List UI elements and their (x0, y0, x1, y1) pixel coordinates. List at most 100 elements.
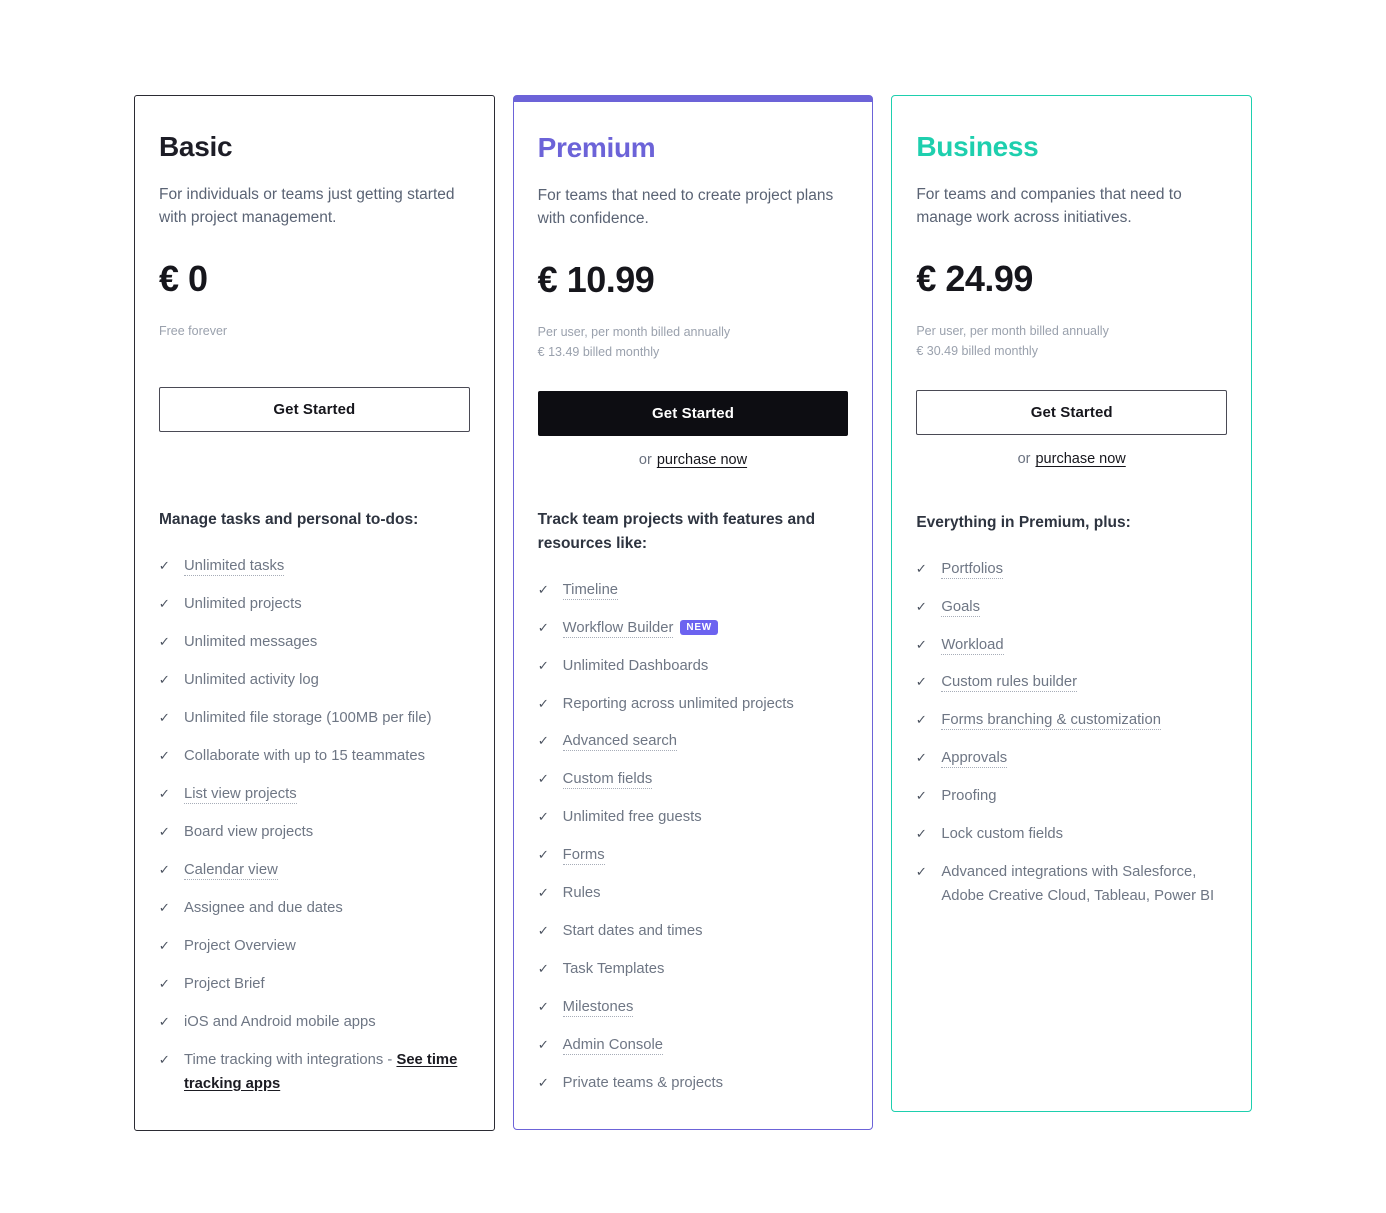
check-icon: ✓ (916, 598, 928, 614)
billing-info: Per user, per month billed annually € 30.… (916, 321, 1227, 362)
feature-item: ✓ Forms (537, 837, 849, 875)
feature-item: ✓ iOS and Android mobile apps (159, 1004, 470, 1042)
pricing-page: Basic For individuals or teams just getti… (0, 0, 1386, 1213)
feature-label[interactable]: Timeline (562, 581, 619, 600)
billing-line-primary: Free forever (159, 324, 228, 339)
get-started-button[interactable]: Get Started (159, 387, 470, 433)
feature-label[interactable]: List view projects (184, 785, 297, 804)
check-icon: ✓ (158, 861, 171, 877)
plan-card-basic: Basic For individuals or teams just getti… (134, 95, 495, 1131)
plan-title: Premium (537, 132, 656, 163)
check-icon: ✓ (537, 581, 549, 597)
billing-line-primary: Per user, per month billed annually (537, 325, 731, 340)
feature-label[interactable]: Calendar view (184, 861, 278, 880)
feature-text-wrap: Workload (941, 634, 1227, 658)
feature-item: ✓ Unlimited file storage (100MB per file) (159, 700, 470, 738)
feature-label: Assignee and due dates (184, 899, 343, 916)
check-icon: ✓ (158, 747, 171, 763)
check-icon: ✓ (916, 674, 928, 690)
feature-text-wrap: Project Overview (184, 935, 470, 959)
feature-item: ✓ Advanced integrations with Salesforce, … (916, 854, 1227, 916)
feature-item: ✓ Unlimited activity log (159, 662, 470, 700)
check-icon: ✓ (158, 899, 171, 915)
check-icon: ✓ (158, 785, 171, 801)
feature-text-wrap: Timeline (562, 579, 849, 603)
billing-line-secondary: € 30.49 billed monthly (916, 344, 1038, 359)
feature-text-wrap: Collaborate with up to 15 teammates (184, 745, 470, 769)
feature-item: ✓ Unlimited messages (159, 624, 470, 662)
feature-list: ✓ Timeline ✓ Workflow Builder NEW ✓ Unlimited … (537, 572, 849, 1104)
feature-item: ✓ Forms branching & customization (916, 702, 1227, 740)
feature-item: ✓ Collaborate with up to 15 teammates (159, 738, 470, 776)
feature-label[interactable]: Goals (941, 598, 980, 617)
feature-text-wrap: Project Brief (184, 973, 470, 997)
get-started-button[interactable]: Get Started (916, 389, 1228, 435)
feature-item: ✓ Reporting across unlimited projects (537, 686, 849, 724)
check-icon: ✓ (537, 619, 549, 635)
feature-label: Start dates and times (562, 923, 703, 940)
feature-item: ✓ Unlimited projects (159, 586, 470, 624)
feature-label[interactable]: Workflow Builder (562, 619, 674, 638)
feature-label[interactable]: Workload (941, 636, 1004, 655)
feature-label[interactable]: Custom rules builder (941, 674, 1078, 693)
check-icon: ✓ (916, 826, 928, 842)
feature-text-wrap: Portfolios (941, 558, 1227, 582)
feature-label[interactable]: Admin Console (562, 1037, 664, 1056)
get-started-button[interactable]: Get Started (537, 390, 849, 436)
feature-item: ✓ List view projects (159, 776, 470, 814)
check-icon: ✓ (537, 809, 549, 825)
feature-item: ✓ Project Brief (159, 966, 470, 1004)
feature-label[interactable]: Forms (562, 847, 605, 866)
billing-line-secondary: € 13.49 billed monthly (537, 345, 660, 360)
purchase-prefix: or (638, 451, 652, 468)
feature-text-wrap: Assignee and due dates (184, 897, 470, 921)
feature-label[interactable]: Portfolios (941, 560, 1004, 579)
check-icon: ✓ (158, 596, 171, 612)
check-icon: ✓ (916, 636, 928, 652)
feature-item: ✓ Advanced search (537, 723, 849, 761)
plan-title: Business (916, 131, 1039, 162)
plan-description: For teams that need to create project pl… (537, 186, 834, 227)
feature-label: Unlimited file storage (100MB per file) (184, 709, 432, 726)
feature-text-wrap: Unlimited activity log (184, 669, 470, 693)
feature-label[interactable]: Approvals (941, 750, 1008, 769)
purchase-prefix: or (1017, 450, 1031, 467)
check-icon: ✓ (158, 558, 171, 574)
feature-item: ✓ Custom rules builder (916, 664, 1227, 702)
feature-item: ✓ Milestones (537, 989, 849, 1027)
check-icon: ✓ (537, 657, 549, 673)
feature-label[interactable]: Forms branching & customization (941, 712, 1161, 731)
feature-label[interactable]: Unlimited tasks (184, 558, 285, 577)
feature-text-wrap: Unlimited file storage (100MB per file) (184, 707, 470, 731)
feature-item: ✓ Custom fields (537, 761, 849, 799)
feature-item: ✓ Task Templates (537, 951, 849, 989)
feature-label[interactable]: Milestones (562, 999, 634, 1018)
check-icon: ✓ (158, 671, 171, 687)
purchase-now-row: or purchase now (538, 452, 849, 478)
feature-item: ✓ Rules (537, 875, 849, 913)
feature-text-wrap: Advanced integrations with Salesforce, A… (941, 861, 1227, 909)
feature-label[interactable]: Custom fields (562, 771, 653, 790)
feature-text-wrap: Unlimited tasks (184, 555, 470, 579)
feature-text-wrap: List view projects (184, 783, 470, 807)
feature-label: Task Templates (562, 961, 665, 978)
feature-list: ✓ Unlimited tasks ✓ Unlimited projects ✓ Unli… (159, 548, 470, 1104)
check-icon: ✓ (158, 1051, 171, 1067)
feature-item: ✓ Calendar view (159, 852, 470, 890)
feature-label: Unlimited messages (184, 634, 318, 651)
feature-label[interactable]: Advanced search (562, 733, 678, 752)
check-icon: ✓ (158, 1013, 171, 1029)
feature-item: ✓ Proofing (916, 778, 1227, 816)
feature-item: ✓ Workflow Builder NEW (537, 610, 849, 648)
purchase-now-link[interactable]: purchase now (1035, 451, 1125, 467)
feature-label: Unlimited free guests (562, 809, 702, 826)
feature-label: Reporting across unlimited projects (562, 695, 794, 712)
feature-label: Unlimited activity log (184, 671, 319, 688)
feature-item: ✓ Unlimited free guests (537, 799, 849, 837)
feature-label: Board view projects (184, 823, 314, 840)
feature-text-wrap: Rules (563, 882, 849, 906)
plan-price: € 0 (159, 258, 208, 300)
purchase-now-link[interactable]: purchase now (657, 452, 747, 468)
feature-item: ✓ Time tracking with integrations - See t… (159, 1042, 470, 1104)
feature-text-wrap: Custom fields (562, 768, 849, 792)
